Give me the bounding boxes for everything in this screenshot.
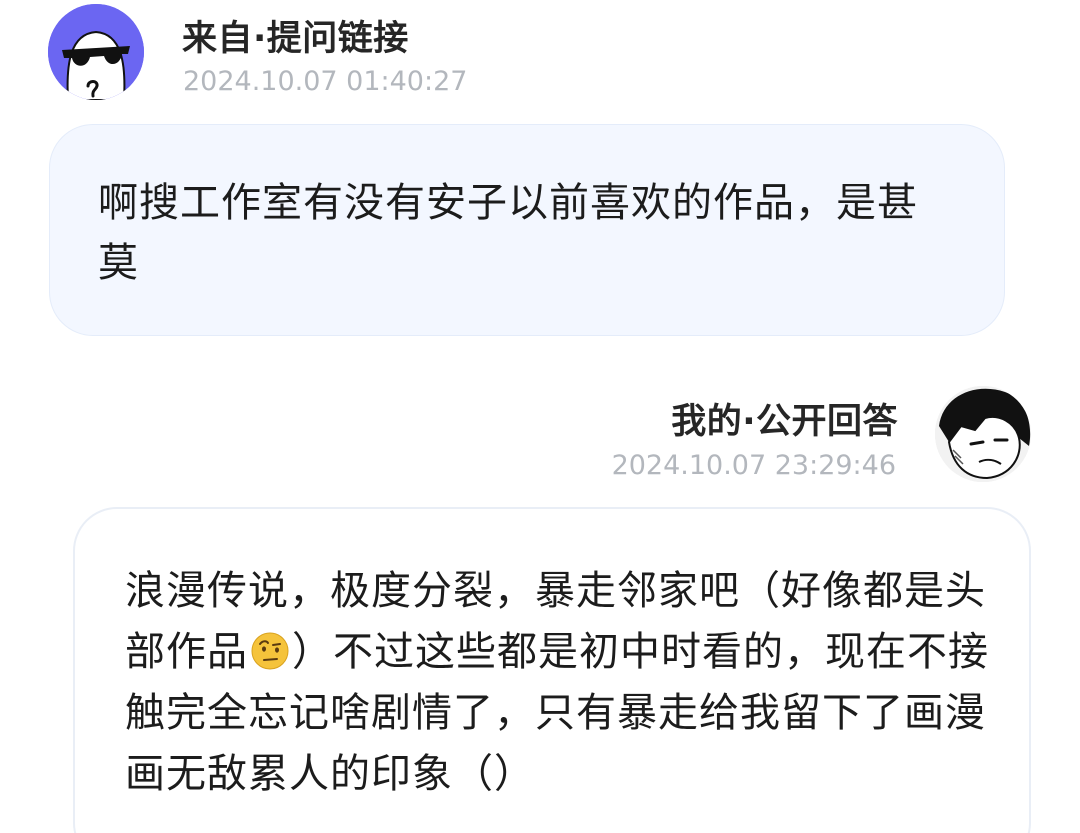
qa-conversation: 来自·提问链接 2024.10.07 01:40:27 啊搜工作室有没有安子以前… xyxy=(0,0,1080,833)
answer-text: 浪漫传说，极度分裂，暴走邻家吧（好像都是头部作品 ）不过这些都是初中时看的，现在… xyxy=(125,561,989,805)
answerer-avatar[interactable] xyxy=(935,386,1031,482)
question-bubble: 啊搜工作室有没有安子以前喜欢的作品，是甚莫 xyxy=(49,124,1005,336)
sunglasses-face-icon xyxy=(48,4,144,100)
answerer-name: 我的·公开回答 xyxy=(671,402,898,442)
raised-eyebrow-face-icon xyxy=(250,628,290,670)
asker-name: 来自·提问链接 xyxy=(182,19,409,59)
asker-avatar[interactable] xyxy=(48,4,144,100)
manga-character-avatar-icon xyxy=(935,386,1031,482)
answer-timestamp: 2024.10.07 23:29:46 xyxy=(611,450,896,481)
question-text: 啊搜工作室有没有安子以前喜欢的作品，是甚莫 xyxy=(98,180,918,286)
question-timestamp: 2024.10.07 01:40:27 xyxy=(183,66,468,97)
answer-bubble: 浪漫传说，极度分裂，暴走邻家吧（好像都是头部作品 ）不过这些都是初中时看的，现在… xyxy=(73,507,1031,833)
